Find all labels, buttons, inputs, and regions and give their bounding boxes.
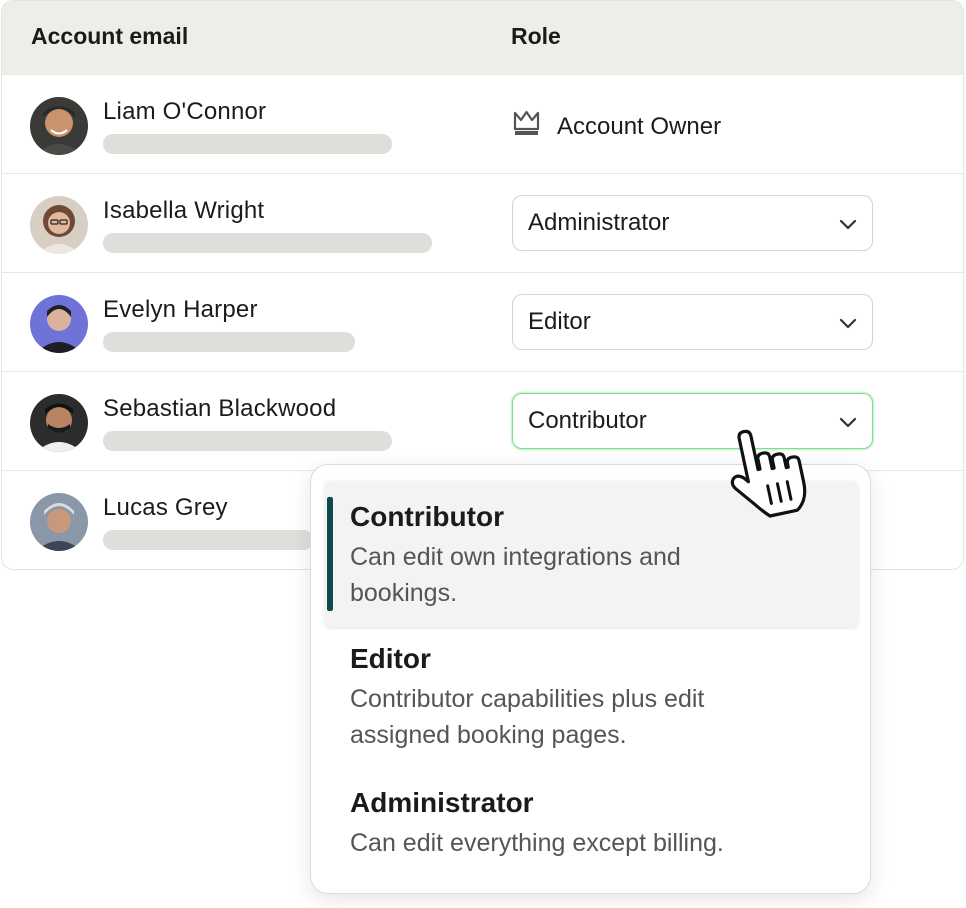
option-description: Can edit own integrations and bookings. — [350, 543, 681, 607]
member-name: Lucas Grey — [103, 494, 228, 521]
member-name: Isabella Wright — [103, 197, 265, 224]
email-placeholder — [103, 134, 392, 154]
role-select-active[interactable]: Contributor — [512, 393, 873, 449]
table-row: Evelyn Harper Editor — [2, 272, 963, 371]
chevron-down-icon — [838, 213, 858, 241]
email-placeholder — [103, 431, 392, 451]
option-description: Can edit everything except billing. — [350, 829, 724, 857]
role-label: Account Owner — [557, 112, 722, 140]
dropdown-option-editor[interactable]: Editor Contributor capabilities plus edi… — [325, 643, 858, 773]
column-header-role: Role — [511, 23, 561, 49]
table-header: Account email Role — [2, 1, 963, 74]
account-owner-role: Account Owner — [512, 109, 721, 144]
email-placeholder — [103, 332, 355, 352]
avatar — [30, 295, 88, 353]
option-title: Editor — [350, 643, 431, 674]
crown-icon — [512, 109, 541, 144]
table-row: Liam O'Connor Account Owner — [2, 74, 963, 173]
table-row: Isabella Wright Administrator — [2, 173, 963, 272]
member-name: Evelyn Harper — [103, 296, 258, 323]
role-select-value: Editor — [528, 308, 591, 335]
chevron-down-icon — [838, 411, 858, 439]
avatar — [30, 493, 88, 551]
role-select[interactable]: Administrator — [512, 195, 873, 251]
chevron-down-icon — [838, 312, 858, 340]
email-placeholder — [103, 233, 432, 253]
email-placeholder — [103, 530, 313, 550]
hand-pointer-icon — [722, 424, 814, 529]
role-select-value: Administrator — [528, 209, 670, 236]
member-name: Liam O'Connor — [103, 98, 267, 125]
option-description: Contributor capabilities plus edit assig… — [350, 685, 705, 749]
avatar — [30, 196, 88, 254]
column-header-email: Account email — [31, 23, 189, 49]
table-row: Sebastian Blackwood Contributor — [2, 371, 963, 470]
selected-indicator — [327, 497, 333, 611]
dropdown-option-administrator[interactable]: Administrator Can edit everything except… — [325, 787, 858, 877]
member-name: Sebastian Blackwood — [103, 395, 337, 422]
option-title: Administrator — [350, 787, 534, 818]
role-select[interactable]: Editor — [512, 294, 873, 350]
avatar — [30, 394, 88, 452]
avatar — [30, 97, 88, 155]
role-select-value: Contributor — [528, 407, 647, 434]
